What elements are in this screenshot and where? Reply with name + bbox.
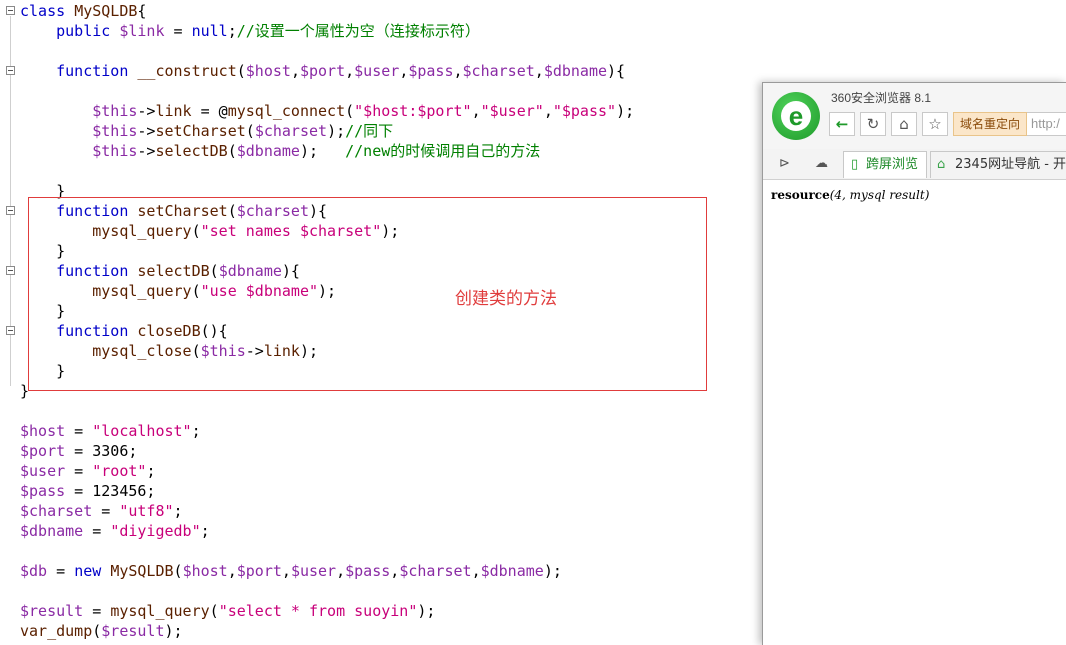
logo-letter: e (788, 101, 804, 131)
sidebar-toggle-icon[interactable]: ⊳ (779, 156, 790, 171)
cloud-icon[interactable]: ☁ (815, 156, 828, 171)
annotation-text: 创建类的方法 (455, 289, 557, 309)
fold-toggle-construct[interactable] (6, 66, 15, 75)
fold-toggle-setcharset[interactable] (6, 206, 15, 215)
phone-icon: ▯ (851, 157, 859, 172)
code-line[interactable]: function __construct($host,$port,$user,$… (20, 61, 634, 81)
editor-gutter (0, 0, 18, 644)
home-button[interactable]: ⌂ (891, 112, 917, 136)
browser-title: 360安全浏览器 8.1 (831, 91, 932, 105)
code-line[interactable]: ​ (20, 41, 634, 61)
domain-redirect-badge[interactable]: 域名重定向 (953, 112, 1027, 136)
highlight-box (28, 197, 707, 391)
code-line[interactable]: $this->setCharset($charset);//同下 (20, 121, 634, 141)
fold-toggle-closedb[interactable] (6, 326, 15, 335)
fold-toggle-selectdb[interactable] (6, 266, 15, 275)
code-line[interactable]: $user = "root"; (20, 461, 634, 481)
code-line[interactable]: class MySQLDB{ (20, 1, 634, 21)
browser-logo-icon[interactable]: e (772, 92, 820, 140)
site-favicon-icon: ⌂ (937, 157, 946, 172)
refresh-icon: ↻ (866, 115, 880, 133)
page-output: resource(4, mysql result) (771, 188, 929, 202)
code-line[interactable]: ​ (20, 581, 634, 601)
star-icon: ☆ (928, 115, 942, 133)
tab-2345-nav[interactable]: ⌂ 2345网址导航 - 开创 (930, 151, 1066, 178)
code-line[interactable]: var_dump($result); (20, 621, 634, 641)
arrow-left-icon: ← (835, 115, 849, 133)
code-line[interactable]: public $link = null;//设置一个属性为空（连接标示符） (20, 21, 634, 41)
fold-toggle-class[interactable] (6, 6, 15, 15)
code-line[interactable]: $port = 3306; (20, 441, 634, 461)
code-line[interactable]: $db = new MySQLDB($host,$port,$user,$pas… (20, 561, 634, 581)
code-line[interactable]: ​ (20, 81, 634, 101)
browser-window: e 360安全浏览器 8.1 ← ↻ ⌂ ☆ 域名重定向 http:/ ⊳ ☁ … (762, 82, 1066, 645)
code-line[interactable]: $result = mysql_query("select * from suo… (20, 601, 634, 621)
address-bar[interactable]: http:/ (1027, 112, 1066, 136)
code-line[interactable]: $host = "localhost"; (20, 421, 634, 441)
tab-label: 跨屏浏览 (866, 157, 919, 172)
code-line[interactable]: $pass = 123456; (20, 481, 634, 501)
back-button[interactable]: ← (829, 112, 855, 136)
output-args: (4, mysql result) (829, 188, 930, 202)
browser-navbar: ← ↻ ⌂ ☆ 域名重定向 http:/ (829, 110, 1066, 140)
code-line[interactable]: ​ (20, 161, 634, 181)
code-line[interactable]: ​ (20, 541, 634, 561)
browser-titlebar: e 360安全浏览器 8.1 ← ↻ ⌂ ☆ 域名重定向 http:/ (763, 83, 1066, 149)
code-line[interactable]: ​ (20, 401, 634, 421)
browser-tabbar: ⊳ ☁ ▯ 跨屏浏览 ⌂ 2345网址导航 - 开创 (763, 149, 1066, 180)
favorite-button[interactable]: ☆ (922, 112, 948, 136)
home-icon: ⌂ (899, 115, 909, 133)
code-line[interactable]: $dbname = "diyigedb"; (20, 521, 634, 541)
code-line[interactable]: $this->selectDB($dbname); //new的时候调用自己的方… (20, 141, 634, 161)
code-line[interactable]: $this->link = @mysql_connect("$host:$por… (20, 101, 634, 121)
code-line[interactable]: $charset = "utf8"; (20, 501, 634, 521)
refresh-button[interactable]: ↻ (860, 112, 886, 136)
tab-cross-screen[interactable]: ▯ 跨屏浏览 (843, 151, 927, 178)
logo-inner: e (781, 101, 811, 131)
tab-label: 2345网址导航 - 开创 (955, 157, 1066, 172)
output-func: resource (771, 188, 830, 202)
